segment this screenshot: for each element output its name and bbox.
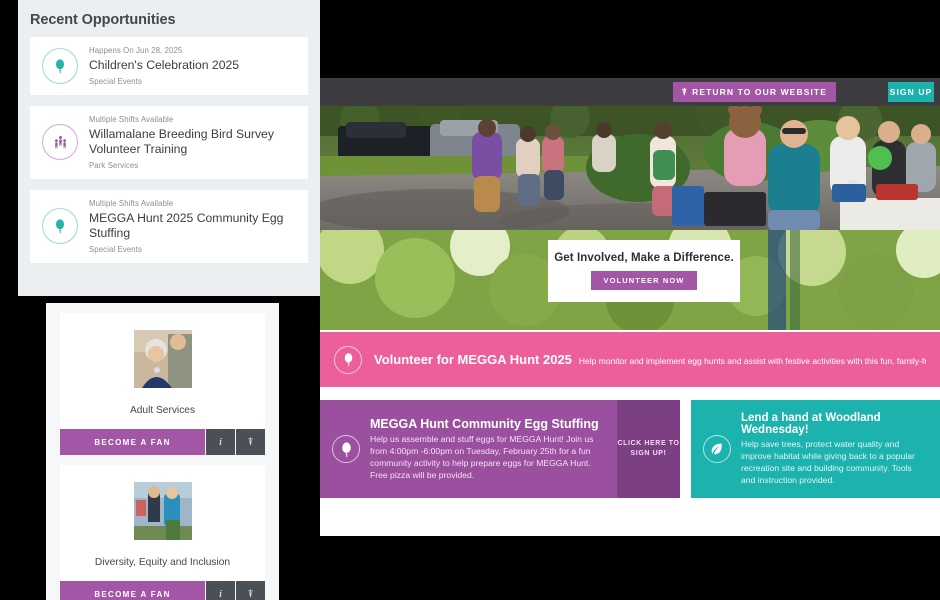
megga-hunt-banner[interactable]: Volunteer for MEGGA Hunt 2025 Help monit… [320,332,940,387]
info-icon-button[interactable]: i [205,429,235,455]
egg-stuffing-title: MEGGA Hunt Community Egg Stuffing [370,416,599,431]
balloon-icon [334,345,362,374]
list-item[interactable]: Multiple Shifts Available Willamalane Br… [30,105,308,179]
opportunity-cards-row: MEGGA Hunt Community Egg Stuffing Help u… [320,400,940,498]
return-to-website-label: RETURN TO OUR WEBSITE [692,87,827,97]
sign-up-button[interactable]: SIGN UP [888,82,934,102]
egg-stuffing-signup-button[interactable]: CLICK HERE TO SIGN UP! [617,400,680,498]
egg-stuffing-description: Help us assemble and stuff eggs for MEGG… [370,433,594,481]
balloon-icon [332,435,360,463]
opportunity-category: Special Events [89,245,142,255]
fan-card: Diversity, Equity and Inclusion BECOME A… [60,465,265,600]
fan-card: Adult Services BECOME A FAN i ⍒ [60,313,265,455]
get-involved-cta-card: Get Involved, Make a Difference. VOLUNTE… [548,240,740,302]
egg-stuffing-card[interactable]: MEGGA Hunt Community Egg Stuffing Help u… [320,400,680,498]
screenshot-stage: ⍒ RETURN TO OUR WEBSITE SIGN UP Get Invo… [0,0,940,600]
become-a-fan-button[interactable]: BECOME A FAN [60,581,205,600]
card-gap-divider [680,400,691,498]
list-item[interactable]: Multiple Shifts Available MEGGA Hunt 202… [30,189,308,264]
share-icon-button[interactable]: ⍒ [235,429,265,455]
opportunity-category: Special Events [89,76,142,86]
opportunity-meta: Multiple Shifts Available [89,114,174,124]
egg-stuffing-card-body: MEGGA Hunt Community Egg Stuffing Help u… [320,400,617,498]
list-item-text: Multiple Shifts Available MEGGA Hunt 202… [89,199,296,254]
fan-card-title: Adult Services [129,405,196,416]
woodland-wednesday-card[interactable]: Lend a hand at Woodland Wednesday! Help … [691,400,940,498]
list-item[interactable]: Happens On Jun 28, 2025 Children's Celeb… [30,37,308,95]
volunteer-now-label: VOLUNTEER NOW [603,276,685,285]
share-icon-button[interactable]: ⍒ [235,581,265,600]
fan-card-title: Diversity, Equity and Inclusion [94,557,231,568]
opportunity-name: MEGGA Hunt 2025 Community Egg Stuffing [89,210,284,241]
balloon-icon [42,47,78,84]
become-a-fan-button[interactable]: BECOME A FAN [60,429,205,455]
megga-hunt-banner-title: Volunteer for MEGGA Hunt 2025 [374,352,572,367]
woodland-wednesday-text: Lend a hand at Woodland Wednesday! Help … [741,412,928,487]
woodland-wednesday-title: Lend a hand at Woodland Wednesday! [741,411,881,436]
fan-card-actions: BECOME A FAN i ⍒ [60,429,265,455]
woodland-wednesday-description: Help save trees, protect water quality a… [741,438,915,486]
hero-event-photo [320,106,940,230]
become-a-fan-label: BECOME A FAN [94,437,171,447]
info-icon-button[interactable]: i [205,581,235,600]
people-group-icon [42,124,78,161]
avatar [60,465,265,557]
egg-stuffing-signup-label: CLICK HERE TO SIGN UP! [617,439,680,457]
recent-opportunities-title: Recent Opportunities [30,12,176,28]
portal-top-bar: ⍒ RETURN TO OUR WEBSITE SIGN UP [320,78,940,106]
opportunity-meta: Multiple Shifts Available [89,198,174,208]
megga-hunt-banner-text: Volunteer for MEGGA Hunt 2025 Help monit… [374,352,926,367]
return-to-website-button[interactable]: ⍒ RETURN TO OUR WEBSITE [672,82,836,102]
sign-up-label: SIGN UP [889,87,933,97]
opportunity-name: Children's Celebration 2025 [89,58,240,72]
opportunity-category: Park Services [89,160,139,170]
avatar [60,313,265,405]
become-a-fan-panel: Adult Services BECOME A FAN i ⍒ Diversit… [46,303,279,600]
volunteer-now-button[interactable]: VOLUNTEER NOW [590,271,698,290]
cta-headline: Get Involved, Make a Difference. [554,252,734,264]
balloon-icon [42,208,78,245]
list-item-text: Happens On Jun 28, 2025 Children's Celeb… [89,46,239,86]
opportunity-meta: Happens On Jun 28, 2025 [89,46,183,55]
volunteer-portal-window: ⍒ RETURN TO OUR WEBSITE SIGN UP Get Invo… [320,78,940,536]
fan-card-actions: BECOME A FAN i ⍒ [60,581,265,600]
leaf-icon [703,435,731,463]
share-external-icon: ⍒ [681,86,689,97]
leafy-background-band: Get Involved, Make a Difference. VOLUNTE… [320,230,940,330]
become-a-fan-label: BECOME A FAN [94,589,171,599]
opportunity-name: Willamalane Breeding Bird Survey Volunte… [89,126,274,157]
megga-hunt-banner-description: Help monitor and implement egg hunts and… [578,356,926,366]
recent-opportunities-panel: Recent Opportunities Happens On Jun 28, … [18,0,320,296]
egg-stuffing-text: MEGGA Hunt Community Egg Stuffing Help u… [370,417,607,482]
list-item-text: Multiple Shifts Available Willamalane Br… [89,115,296,170]
